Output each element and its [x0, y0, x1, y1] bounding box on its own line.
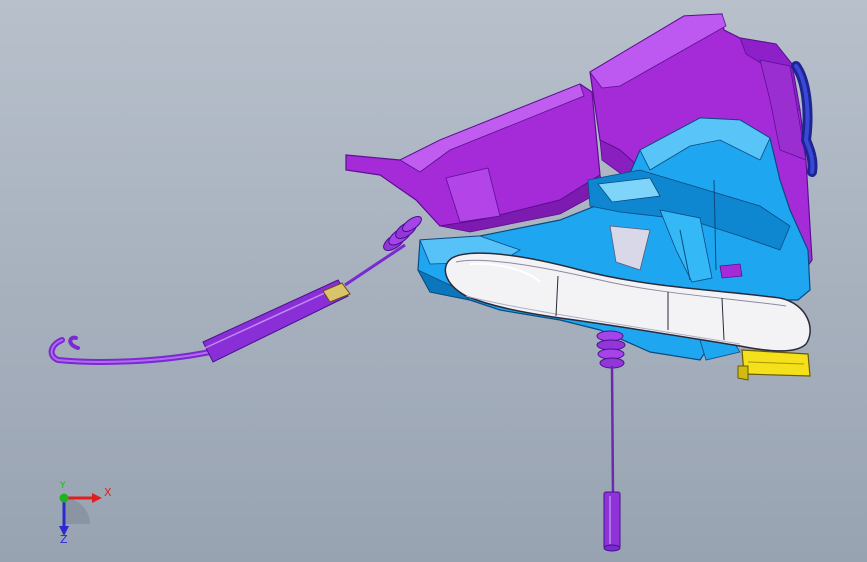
clip[interactable]	[737, 349, 811, 381]
graphics-viewport[interactable]: X Y Z	[0, 0, 867, 562]
y-axis-label: Y	[60, 481, 66, 491]
z-axis-label: Z	[60, 533, 68, 546]
bowden-cable[interactable]	[48, 243, 406, 365]
y-axis-dot	[59, 493, 69, 503]
rod-cable[interactable]	[596, 330, 626, 552]
coordinate-triad: X Y Z	[46, 478, 116, 548]
x-axis-label: X	[104, 486, 112, 499]
model-scene[interactable]	[0, 0, 867, 562]
